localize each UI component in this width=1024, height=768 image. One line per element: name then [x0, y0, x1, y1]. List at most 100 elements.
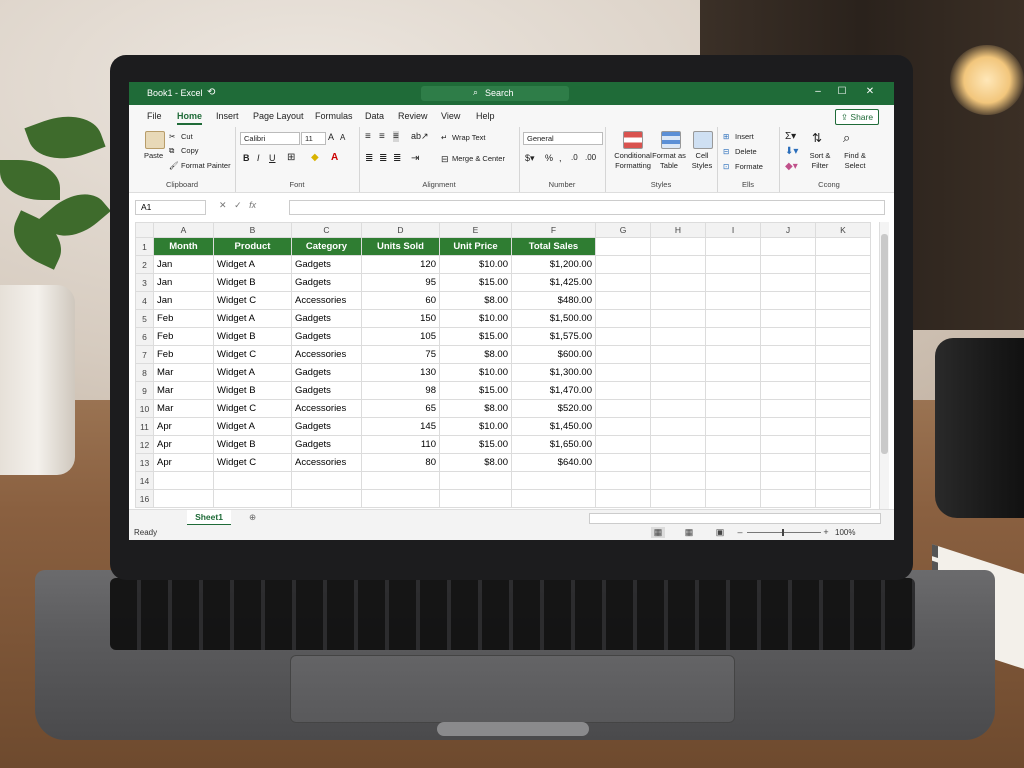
cell[interactable]: [760, 309, 816, 328]
cell[interactable]: $1,200.00: [511, 255, 596, 274]
paste-icon[interactable]: [145, 131, 165, 149]
cell[interactable]: [595, 363, 651, 382]
cell[interactable]: [650, 291, 706, 310]
cell[interactable]: $15.00: [439, 327, 512, 346]
cell[interactable]: $1,450.00: [511, 417, 596, 436]
comma-icon[interactable]: ,: [559, 153, 562, 163]
cell[interactable]: $10.00: [439, 363, 512, 382]
shrink-font-icon[interactable]: A: [340, 133, 345, 142]
cell[interactable]: [595, 453, 651, 472]
horizontal-scrollbar[interactable]: [589, 513, 881, 524]
cell[interactable]: [650, 237, 706, 256]
cell[interactable]: Feb: [153, 327, 214, 346]
cell[interactable]: [815, 399, 871, 418]
cell[interactable]: Mar: [153, 381, 214, 400]
underline-icon[interactable]: U: [269, 153, 276, 163]
zoom-level[interactable]: 100%: [835, 528, 855, 537]
format-cells-button[interactable]: Formate: [735, 162, 763, 171]
cell[interactable]: [595, 399, 651, 418]
cell[interactable]: $1,300.00: [511, 363, 596, 382]
normal-view-icon[interactable]: ▦: [651, 527, 665, 538]
cell[interactable]: Widget B: [213, 273, 292, 292]
row-header[interactable]: 3: [135, 273, 154, 292]
cell[interactable]: $1,650.00: [511, 435, 596, 454]
clear-icon[interactable]: ◆▾: [785, 161, 798, 172]
italic-icon[interactable]: I: [257, 153, 260, 163]
cell[interactable]: [291, 489, 362, 508]
fx-icon[interactable]: fx: [249, 200, 256, 210]
cell[interactable]: [650, 273, 706, 292]
cell[interactable]: [153, 489, 214, 508]
cell[interactable]: [511, 471, 596, 490]
column-header[interactable]: K: [815, 222, 871, 238]
page-break-view-icon[interactable]: ▣: [713, 527, 727, 538]
cell[interactable]: Widget A: [213, 417, 292, 436]
wrap-text-button[interactable]: Wrap Text: [452, 133, 486, 142]
zoom-in-icon[interactable]: +: [819, 527, 833, 538]
add-sheet-icon[interactable]: ⊕: [249, 512, 256, 523]
cell[interactable]: [595, 273, 651, 292]
cell[interactable]: 110: [361, 435, 440, 454]
header-cell[interactable]: Total Sales: [511, 237, 596, 256]
align-top-icon[interactable]: ≡: [365, 131, 371, 142]
column-header[interactable]: G: [595, 222, 651, 238]
cell[interactable]: [760, 255, 816, 274]
tab-home[interactable]: Home: [177, 111, 203, 125]
find-select-button[interactable]: Find & Select: [837, 151, 873, 171]
tab-formulas[interactable]: Formulas: [315, 111, 353, 121]
cell[interactable]: [213, 489, 292, 508]
cell[interactable]: 65: [361, 399, 440, 418]
sort-filter-button[interactable]: Sort & Filter: [807, 151, 833, 171]
decrease-decimal-icon[interactable]: .00: [585, 153, 596, 162]
cell[interactable]: Accessories: [291, 399, 362, 418]
cell[interactable]: 130: [361, 363, 440, 382]
zoom-slider-knob[interactable]: [782, 529, 784, 536]
cell[interactable]: [361, 489, 440, 508]
column-header[interactable]: I: [705, 222, 761, 238]
accounting-icon[interactable]: $▾: [525, 153, 535, 164]
cell[interactable]: Accessories: [291, 453, 362, 472]
cell[interactable]: [760, 471, 816, 490]
cell[interactable]: Apr: [153, 453, 214, 472]
row-header[interactable]: 7: [135, 345, 154, 364]
cell[interactable]: [815, 273, 871, 292]
formula-input[interactable]: [289, 200, 885, 215]
cell[interactable]: [815, 471, 871, 490]
cell[interactable]: [705, 381, 761, 400]
zoom-out-icon[interactable]: –: [733, 527, 747, 538]
align-bottom-icon[interactable]: ≡: [393, 131, 399, 142]
copy-button[interactable]: Copy: [181, 146, 199, 155]
scroll-thumb[interactable]: [881, 234, 888, 454]
cell[interactable]: Jan: [153, 291, 214, 310]
cell[interactable]: [815, 237, 871, 256]
search-box[interactable]: ⌕ Search: [421, 86, 569, 101]
cell[interactable]: $1,500.00: [511, 309, 596, 328]
column-header[interactable]: F: [511, 222, 596, 238]
cell[interactable]: [650, 327, 706, 346]
cell[interactable]: [650, 453, 706, 472]
header-cell[interactable]: Category: [291, 237, 362, 256]
column-header[interactable]: A: [153, 222, 214, 238]
cell[interactable]: Widget B: [213, 381, 292, 400]
cell[interactable]: $480.00: [511, 291, 596, 310]
delete-cells-button[interactable]: Delete: [735, 147, 757, 156]
header-cell[interactable]: Month: [153, 237, 214, 256]
cell[interactable]: $8.00: [439, 291, 512, 310]
cell[interactable]: Jan: [153, 273, 214, 292]
cell[interactable]: $10.00: [439, 255, 512, 274]
cell[interactable]: $10.00: [439, 309, 512, 328]
cell[interactable]: [705, 345, 761, 364]
zoom-slider[interactable]: [747, 532, 821, 533]
row-header[interactable]: 4: [135, 291, 154, 310]
cell[interactable]: [705, 255, 761, 274]
tab-review[interactable]: Review: [398, 111, 428, 121]
indent-icon[interactable]: ⇥: [411, 153, 419, 164]
borders-icon[interactable]: ⊞: [287, 152, 295, 163]
cell[interactable]: [705, 237, 761, 256]
cell[interactable]: [361, 471, 440, 490]
header-cell[interactable]: Product: [213, 237, 292, 256]
cell[interactable]: [650, 309, 706, 328]
cell[interactable]: Gadgets: [291, 255, 362, 274]
name-box[interactable]: A1: [135, 200, 206, 215]
cell[interactable]: Mar: [153, 399, 214, 418]
